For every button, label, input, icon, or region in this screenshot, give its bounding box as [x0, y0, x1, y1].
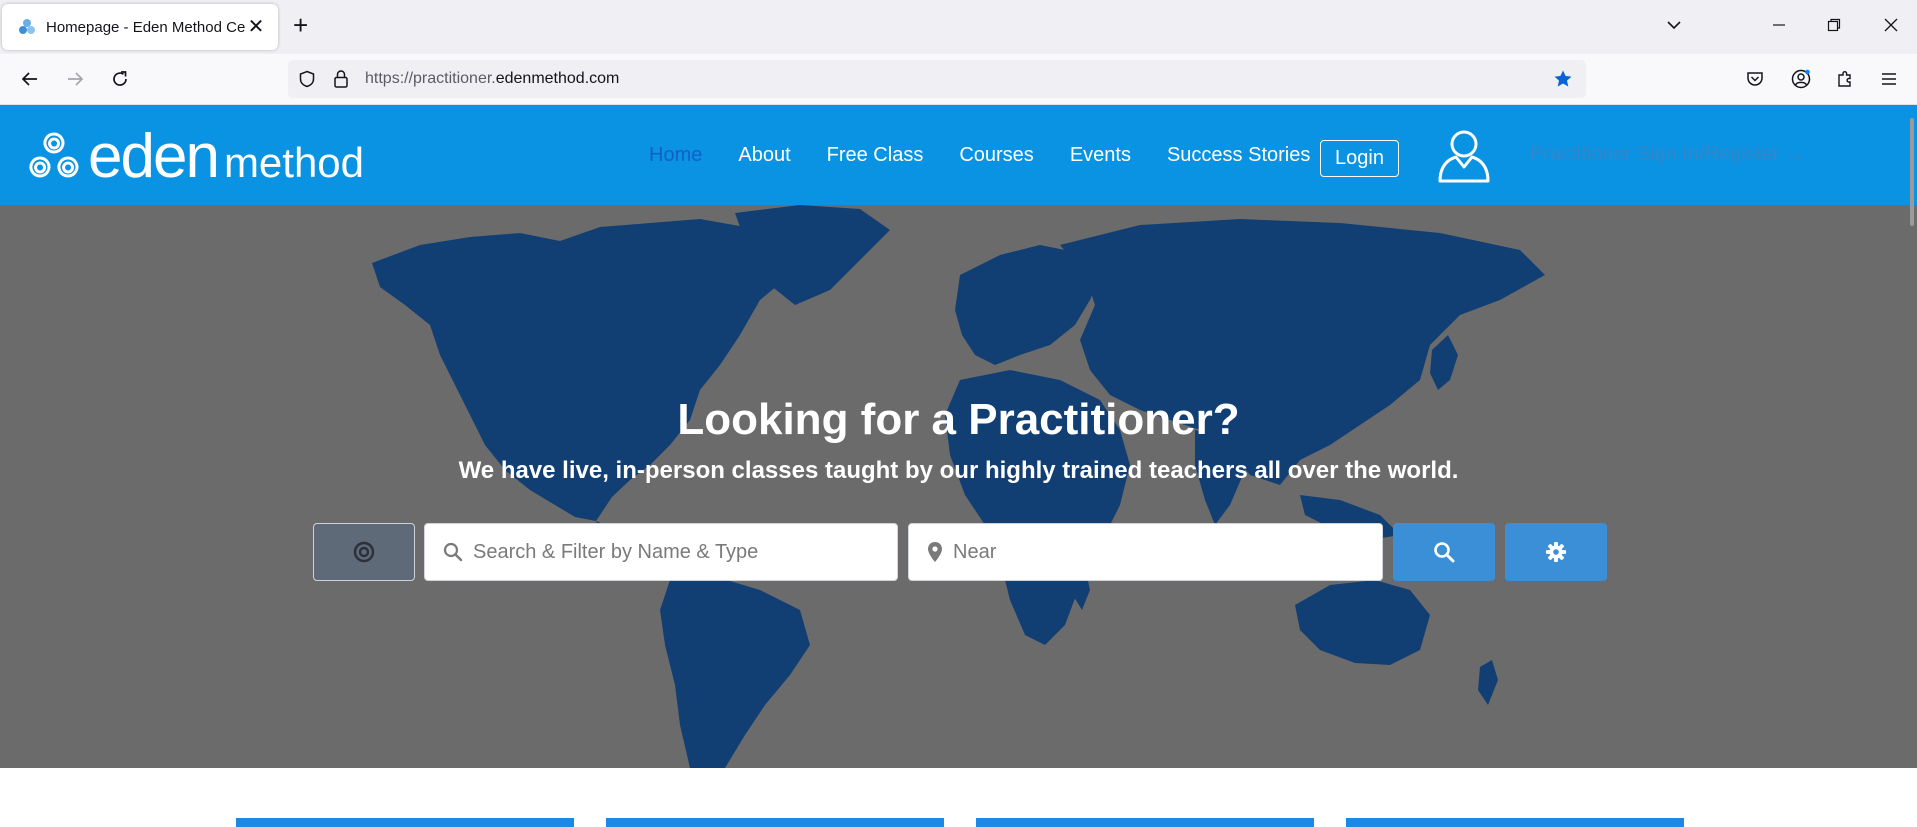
- user-icon[interactable]: [1436, 127, 1492, 183]
- account-icon: [1791, 69, 1811, 89]
- filter-settings-button[interactable]: [1505, 523, 1607, 581]
- hero-subtitle: We have live, in-person classes taught b…: [458, 457, 1459, 484]
- logo-word-eden: eden: [88, 121, 220, 191]
- search-icon: [1434, 542, 1455, 563]
- chevron-down-icon: [1667, 21, 1681, 30]
- menu-events[interactable]: Events: [1070, 144, 1131, 167]
- menu-home[interactable]: Home: [649, 144, 702, 167]
- puzzle-icon: [1838, 71, 1851, 87]
- page-scrollbar[interactable]: [1910, 118, 1914, 226]
- hero-section: Looking for a Practitioner? We have live…: [0, 205, 1917, 768]
- tab-close-icon[interactable]: ✕: [246, 17, 266, 37]
- url-text[interactable]: https://practitioner.edenmethod.com: [365, 60, 619, 98]
- close-icon: [1884, 18, 1898, 32]
- restore-button[interactable]: [1819, 10, 1849, 40]
- menu-courses[interactable]: Courses: [959, 144, 1033, 167]
- reload-button[interactable]: [105, 64, 135, 94]
- url-bar[interactable]: https://practitioner.edenmethod.com: [288, 60, 1586, 98]
- search-name-input[interactable]: [463, 524, 897, 580]
- app-menu-button[interactable]: [1874, 64, 1904, 94]
- search-near-field[interactable]: [908, 523, 1383, 581]
- lock-icon[interactable]: [332, 69, 350, 89]
- search-icon: [443, 542, 463, 562]
- arrow-left-icon: [21, 72, 37, 86]
- site-header: eden method Home About Free Class Courses…: [0, 105, 1917, 205]
- minimize-button[interactable]: [1764, 10, 1794, 40]
- feature-card[interactable]: [606, 818, 944, 827]
- menu-free-class[interactable]: Free Class: [827, 144, 924, 167]
- login-button[interactable]: Login: [1320, 140, 1399, 177]
- gear-icon: [1546, 542, 1566, 562]
- restore-icon: [1827, 18, 1841, 32]
- pocket-icon: [1747, 72, 1763, 86]
- extensions-button[interactable]: [1830, 64, 1860, 94]
- feature-cards: [0, 768, 1917, 827]
- main-menu: Home About Free Class Courses Events Suc…: [649, 105, 1346, 205]
- tab-favicon-icon: [19, 19, 35, 34]
- practitioner-signin-link[interactable]: Practitioner Sign In/Register →: [1530, 143, 1805, 166]
- browser-nav-bar: https://practitioner.edenmethod.com: [0, 54, 1917, 105]
- map-pin-icon: [928, 542, 942, 562]
- feature-card[interactable]: [236, 818, 574, 827]
- account-button[interactable]: [1786, 64, 1816, 94]
- tab-title: Homepage - Eden Method Cer: [46, 18, 246, 36]
- bookmark-star-icon[interactable]: [1553, 69, 1573, 89]
- forward-button[interactable]: [60, 64, 90, 94]
- minimize-icon: [1773, 24, 1785, 26]
- feature-card[interactable]: [1346, 818, 1684, 827]
- world-map-background: [372, 205, 1545, 768]
- close-window-button[interactable]: [1876, 10, 1906, 40]
- search-near-input[interactable]: [943, 524, 1382, 580]
- hero-title: Looking for a Practitioner?: [677, 395, 1240, 444]
- arrow-right-icon: [68, 72, 84, 86]
- locate-icon: [353, 541, 375, 563]
- tab-list-button[interactable]: [1659, 10, 1689, 40]
- new-tab-button[interactable]: +: [293, 12, 308, 38]
- hamburger-menu-icon: [1882, 73, 1896, 85]
- shield-icon: [299, 70, 315, 88]
- site-logo[interactable]: eden method: [26, 121, 365, 191]
- pocket-button[interactable]: [1740, 64, 1770, 94]
- browser-tab-bar: Homepage - Eden Method Cer ✕ +: [0, 0, 1917, 54]
- eden-logo-icon: [29, 132, 79, 178]
- feature-card[interactable]: [976, 818, 1314, 827]
- search-name-field[interactable]: [424, 523, 898, 581]
- locate-button[interactable]: [313, 523, 415, 581]
- logo-word-method: method: [223, 138, 365, 186]
- menu-about[interactable]: About: [738, 144, 790, 167]
- back-button[interactable]: [15, 64, 45, 94]
- search-button[interactable]: [1393, 523, 1495, 581]
- menu-success-stories[interactable]: Success Stories: [1167, 144, 1310, 167]
- reload-icon: [113, 71, 127, 86]
- url-host: edenmethod.com: [495, 70, 620, 87]
- url-prefix: https://practitioner.: [365, 70, 496, 87]
- browser-tab[interactable]: Homepage - Eden Method Cer ✕: [2, 4, 278, 50]
